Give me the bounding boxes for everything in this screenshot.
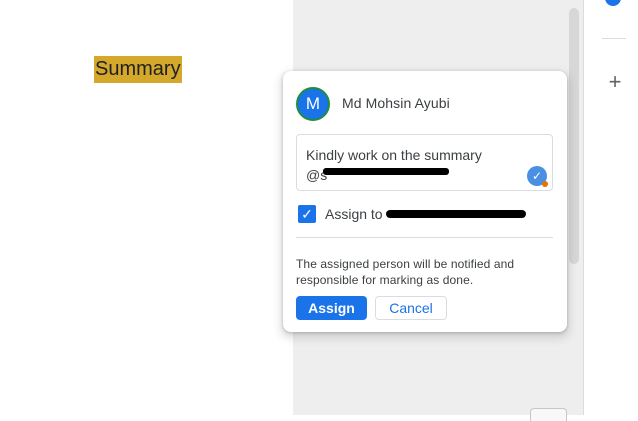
redacted-mention [323,168,449,175]
comment-input[interactable]: Kindly work on the summary @s ✓ [296,134,553,191]
comment-text: Kindly work on the summary @s [306,147,482,183]
add-icon[interactable]: + [604,70,626,94]
document-page: Summary [0,0,293,415]
divider [296,237,553,238]
redacted-assignee [386,210,526,218]
highlighted-text[interactable]: Summary [94,56,182,83]
side-panel-divider [602,38,626,39]
side-panel: + [583,0,638,415]
comment-card: M Md Mohsin Ayubi Kindly work on the sum… [283,71,567,332]
side-panel-app-icon[interactable] [605,0,621,6]
assign-info-text: The assigned person will be notified and… [296,257,515,287]
assign-label[interactable]: Assign to [325,206,383,222]
avatar: M [296,87,330,121]
assign-button[interactable]: Assign [296,296,367,320]
assign-checkbox[interactable]: ✓ [298,205,316,223]
status-dot [542,181,548,187]
scrollbar-thumb[interactable] [569,8,579,264]
author-name: Md Mohsin Ayubi [342,95,450,111]
cancel-button[interactable]: Cancel [375,296,447,320]
